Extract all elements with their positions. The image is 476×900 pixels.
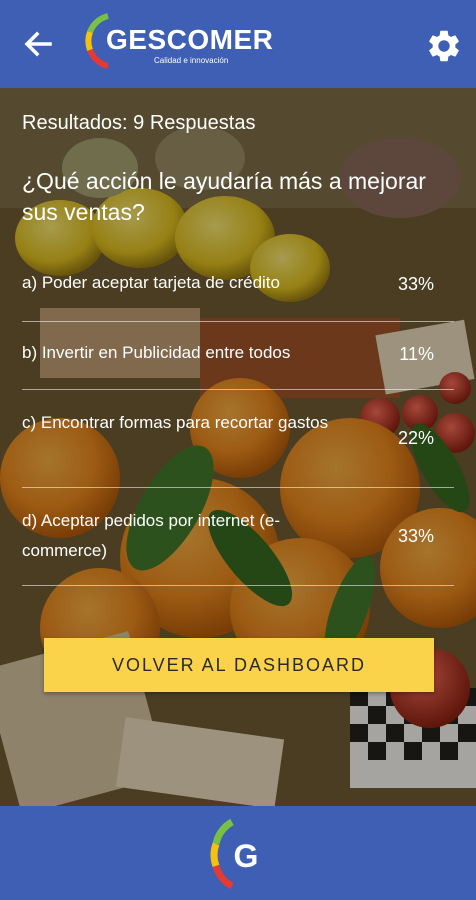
arrow-left-icon	[24, 31, 52, 57]
survey-question: ¿Qué acción le ayudaría más a mejorar su…	[22, 168, 426, 225]
results-panel: Resultados: 9 Respuestas ¿Qué acción le …	[0, 88, 476, 806]
answer-label: a) Poder aceptar tarjeta de crédito	[22, 273, 280, 292]
back-to-dashboard-label: VOLVER AL DASHBOARD	[111, 654, 367, 675]
brand-logo: GESCOMER Calidad e innovación	[84, 10, 304, 72]
answer-label: c) Encontrar formas para recortar gastos	[22, 413, 329, 432]
app-footer: G	[0, 806, 476, 900]
answer-label: b) Invertir en Publicidad entre todos	[22, 343, 291, 362]
answer-percent: 33%	[397, 274, 434, 294]
back-button[interactable]	[18, 24, 58, 64]
results-count: Resultados: 9 Respuestas	[22, 112, 256, 134]
answer-item-b: b) Invertir en Publicidad entre todos 11…	[22, 322, 454, 390]
answer-percent: 22%	[397, 428, 434, 448]
app-header: GESCOMER Calidad e innovación	[0, 0, 476, 88]
gescomer-logo-icon: G	[210, 818, 259, 890]
answer-item-d: d) Aceptar pedidos por internet (e-comme…	[22, 488, 454, 586]
answer-item-a: a) Poder aceptar tarjeta de crédito 33%	[22, 254, 454, 322]
settings-button[interactable]	[422, 24, 466, 68]
footer-logo-letter: G	[234, 838, 259, 874]
answer-percent: 11%	[399, 344, 434, 364]
gear-icon	[429, 30, 459, 62]
answer-item-c: c) Encontrar formas para recortar gastos…	[22, 390, 454, 488]
answer-percent: 33%	[397, 526, 434, 546]
brand-tagline: Calidad e innovación	[154, 56, 229, 65]
answer-label: d) Aceptar pedidos por internet (e-comme…	[22, 511, 280, 560]
brand-name: GESCOMER	[106, 24, 274, 55]
back-to-dashboard-button[interactable]: VOLVER AL DASHBOARD	[44, 638, 434, 692]
